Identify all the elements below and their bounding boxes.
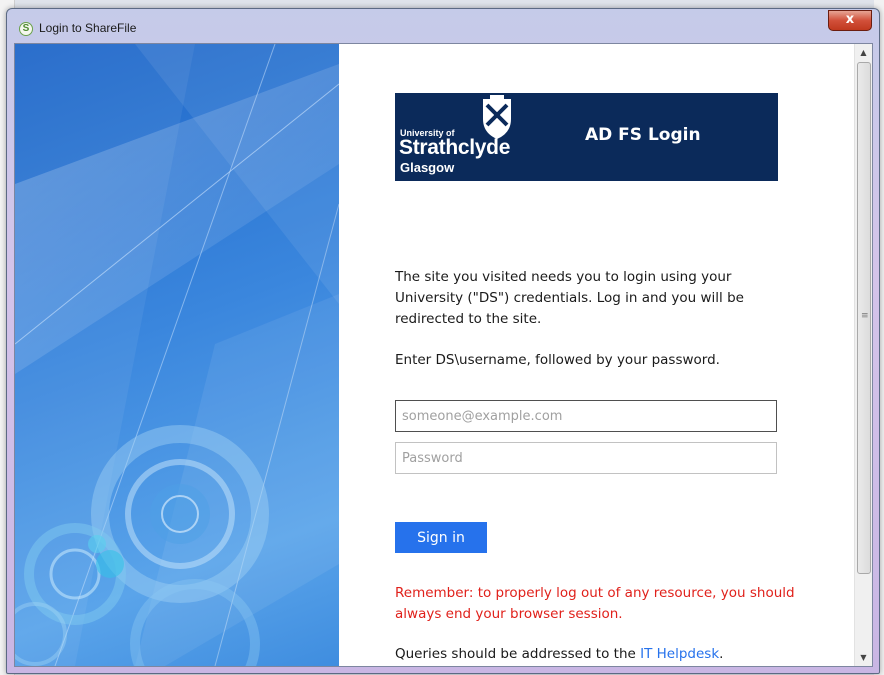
logo-glasgow: Glasgow <box>400 160 455 175</box>
logout-reminder: Remember: to properly log out of any res… <box>395 585 795 622</box>
login-window: S Login to ShareFile x University of Str… <box>6 8 880 674</box>
university-logo: University of Strathclyde Glasgow <box>399 93 529 181</box>
it-helpdesk-link[interactable]: IT Helpdesk <box>640 646 719 662</box>
scroll-thumb[interactable]: ≡ <box>857 62 871 574</box>
page-title: AD FS Login <box>585 125 701 145</box>
sharefile-icon: S <box>19 22 33 36</box>
crest-icon <box>483 95 511 139</box>
close-button[interactable]: x <box>828 10 872 31</box>
decorative-illustration <box>15 44 339 666</box>
close-icon: x <box>845 12 855 27</box>
title-bar[interactable]: S Login to ShareFile x <box>7 9 879 43</box>
intro-text: The site you visited needs you to login … <box>395 269 744 327</box>
logo-strathclyde: Strathclyde <box>399 136 511 159</box>
queries-suffix: . <box>719 646 724 662</box>
username-input[interactable] <box>395 400 777 432</box>
instruction-text: Enter DS\username, followed by your pass… <box>395 352 720 368</box>
header-banner: University of Strathclyde Glasgow AD FS … <box>395 93 778 181</box>
login-content: University of Strathclyde Glasgow AD FS … <box>339 44 855 666</box>
window-title: Login to ShareFile <box>39 21 137 35</box>
abstract-background-art <box>15 44 339 666</box>
arrow-up-icon[interactable]: ▲ <box>855 44 872 61</box>
client-area: University of Strathclyde Glasgow AD FS … <box>14 43 873 667</box>
queries-prefix: Queries should be addressed to the <box>395 646 641 662</box>
password-input[interactable] <box>395 442 777 474</box>
grip-icon: ≡ <box>861 311 869 321</box>
sign-in-button[interactable]: Sign in <box>395 522 487 553</box>
vertical-scrollbar[interactable]: ▲ ≡ ▼ <box>854 44 872 666</box>
arrow-down-icon[interactable]: ▼ <box>855 649 872 666</box>
queries-text: Queries should be addressed to the IT He… <box>395 646 815 662</box>
